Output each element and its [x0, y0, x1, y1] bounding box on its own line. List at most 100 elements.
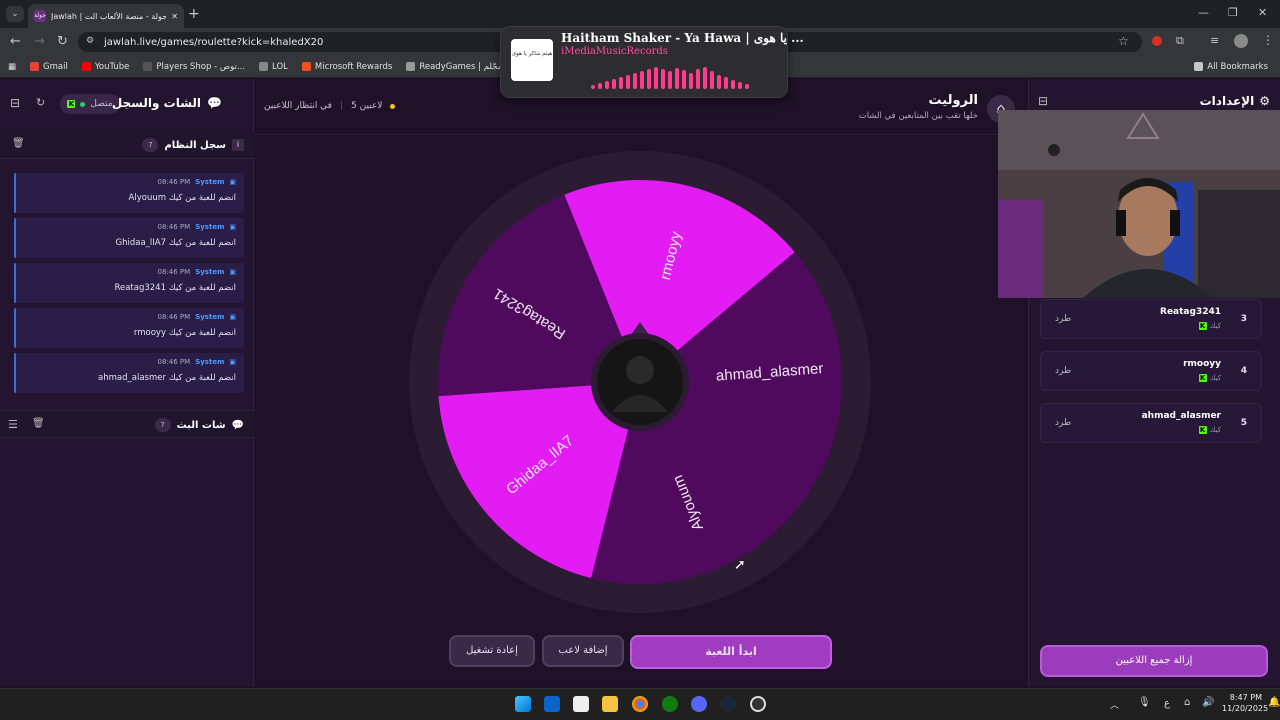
settings-title: الإعدادات — [1199, 94, 1255, 108]
chrome-icon[interactable] — [632, 696, 648, 712]
left-panel-title: الشات والسجل — [111, 96, 202, 110]
extensions-puzzle-icon[interactable]: ⧉ — [1176, 34, 1184, 48]
mouse-cursor-icon: ➚ — [734, 557, 746, 573]
close-tab-icon[interactable]: ✕ — [171, 12, 178, 21]
file-explorer-icon[interactable] — [602, 696, 618, 712]
media-notification[interactable]: هيثم شاكر يا هوى Haitham Shaker - Ya Haw… — [500, 26, 804, 98]
refresh-icon[interactable]: ↻ — [36, 96, 45, 109]
clock[interactable]: 8:47 PM 11/20/2025 — [1222, 692, 1268, 714]
log-sender: System — [195, 223, 225, 231]
new-tab-button[interactable]: + — [188, 6, 200, 22]
volume-icon[interactable]: 🔊 — [1202, 697, 1214, 708]
bookmark-readygames[interactable]: ReadyGames | شُجّلم... — [406, 62, 513, 72]
calendar-icon[interactable] — [573, 696, 589, 712]
apps-grid-icon[interactable]: ▦ — [8, 62, 16, 72]
site-info-icon[interactable]: ⚙ — [86, 36, 94, 46]
player-platform: K كيك — [1198, 426, 1221, 434]
bookmark-microsoft-rewards[interactable]: Microsoft Rewards — [301, 62, 392, 72]
network-icon[interactable]: ⌂ — [1184, 697, 1190, 708]
player-row: 4 rmooyy K كيك طرد — [1040, 351, 1262, 391]
log-sender: System — [195, 178, 225, 186]
player-platform: K كيك — [1198, 322, 1221, 330]
add-player-button[interactable]: إضافة لاعب — [542, 635, 624, 667]
back-icon[interactable]: ← — [10, 34, 21, 49]
visualizer-bar — [626, 75, 630, 89]
xbox-icon[interactable] — [662, 696, 678, 712]
game-status-bar: في انتظار اللاعبين | 5 لاعبين — [264, 101, 396, 111]
left-panel-header: الشات والسجل 💬 — [112, 96, 222, 110]
kick-player-button[interactable]: طرد — [1055, 418, 1071, 428]
tab-title: Jawlah | جولة - منصة الألعاب الت... — [51, 11, 167, 21]
log-text: ahmad_alasmer انضم للعبة من كيك — [98, 373, 236, 383]
players-count: 5 لاعبين — [351, 101, 383, 111]
visualizer-bar — [682, 70, 686, 89]
clear-chat-icon[interactable]: 🗑 — [32, 418, 45, 429]
visualizer-bar — [591, 85, 595, 89]
info-icon: i — [232, 139, 244, 151]
maximize-icon[interactable]: ❐ — [1228, 6, 1238, 19]
bookmark-players-shop[interactable]: Players Shop - توص... — [143, 62, 245, 72]
language-indicator[interactable]: ع — [1164, 698, 1170, 709]
kick-icon: K — [67, 100, 76, 108]
roulette-wheel[interactable]: rmooyyahmad_alasmerAlyouumGhidaa_lIA7Rea… — [408, 150, 872, 614]
player-platform: K كيك — [1198, 374, 1221, 382]
menu-icon[interactable]: ⋮ — [1262, 33, 1274, 47]
log-entry: 08:46 PM System ▣ ahmad_alasmer انضم للعبة … — [14, 353, 244, 393]
visualizer-bar — [661, 69, 665, 89]
discord-icon[interactable] — [691, 696, 707, 712]
robot-icon: ▣ — [229, 268, 236, 276]
clear-log-icon[interactable]: 🗑 — [12, 138, 25, 149]
kick-player-button[interactable]: طرد — [1055, 366, 1071, 376]
bookmark-lol[interactable]: LOL — [259, 62, 288, 72]
log-time: 08:46 PM — [157, 268, 191, 276]
visualizer-bar — [703, 67, 707, 89]
player-number: 3 — [1240, 314, 1247, 324]
player-name: Reatag3241 — [1160, 307, 1221, 317]
profile-avatar[interactable] — [1234, 34, 1248, 48]
reset-button[interactable]: إعادة تشغيل — [449, 635, 535, 667]
filter-icon[interactable]: ☰ — [8, 418, 18, 431]
kick-player-button[interactable]: طرد — [1055, 314, 1071, 324]
log-entry: 08:46 PM System ▣ Alyouum انضم للعبة من كيك — [14, 173, 244, 213]
game-title-block: الروليت خلها تقب بين المتابعين في الشات — [859, 93, 978, 121]
log-time: 08:46 PM — [157, 223, 191, 231]
tab-favicon: جولة — [34, 10, 46, 22]
bookmark-youtube[interactable]: YouTube — [81, 62, 129, 72]
tab-search-button[interactable]: ⌄ — [6, 6, 24, 22]
remove-all-players-button[interactable]: إزالة جميع اللاعبين — [1040, 645, 1268, 677]
tray-chevron-icon[interactable]: ︿ — [1110, 698, 1119, 711]
start-game-button[interactable]: ابدأ اللعبة — [630, 635, 832, 669]
visualizer-bar — [745, 84, 749, 89]
browser-tab[interactable]: جولة Jawlah | جولة - منصة الألعاب الت...… — [28, 4, 184, 28]
player-name: ahmad_alasmer — [1141, 411, 1221, 421]
bookmark-star-icon[interactable]: ☆ — [1118, 34, 1129, 48]
collapse-panel-icon[interactable]: ⊟ — [10, 96, 20, 110]
game-subtitle: خلها تقب بين المتابعين في الشات — [858, 111, 978, 121]
kick-icon: K — [1198, 374, 1207, 382]
collapse-settings-icon[interactable]: ⊟ — [1038, 94, 1048, 108]
bookmark-gmail[interactable]: Gmail — [30, 62, 68, 72]
log-time: 08:46 PM — [157, 178, 191, 186]
extension-icon[interactable] — [1152, 36, 1162, 46]
kick-icon: K — [1198, 322, 1207, 330]
forward-icon[interactable]: → — [34, 34, 45, 49]
media-control-icon[interactable]: ≡ — [1210, 34, 1219, 47]
reload-icon[interactable]: ↻ — [57, 34, 68, 49]
microphone-icon[interactable]: 🎙 — [1138, 697, 1151, 708]
stream-chat-title-row: 7 شات البث 💬 — [154, 418, 244, 432]
outlook-icon[interactable] — [544, 696, 560, 712]
notification-bell-icon[interactable]: 🔔 — [1268, 697, 1280, 708]
all-bookmarks[interactable]: All Bookmarks — [1194, 62, 1268, 72]
obs-icon[interactable] — [750, 696, 766, 712]
status-dot — [390, 103, 396, 109]
log-sender: System — [195, 313, 225, 321]
steam-icon[interactable] — [720, 696, 736, 712]
window-close-icon[interactable]: ✕ — [1258, 6, 1267, 19]
windows-start-icon[interactable] — [515, 696, 531, 712]
minimize-icon[interactable]: — — [1198, 6, 1209, 19]
chat-icon: 💬 — [207, 96, 222, 110]
song-title: Haitham Shaker - Ya Hawa | يا هوى ... — [561, 31, 804, 45]
player-name: rmooyy — [1183, 359, 1221, 369]
log-sender: System — [195, 268, 225, 276]
visualizer-bar — [724, 77, 728, 89]
